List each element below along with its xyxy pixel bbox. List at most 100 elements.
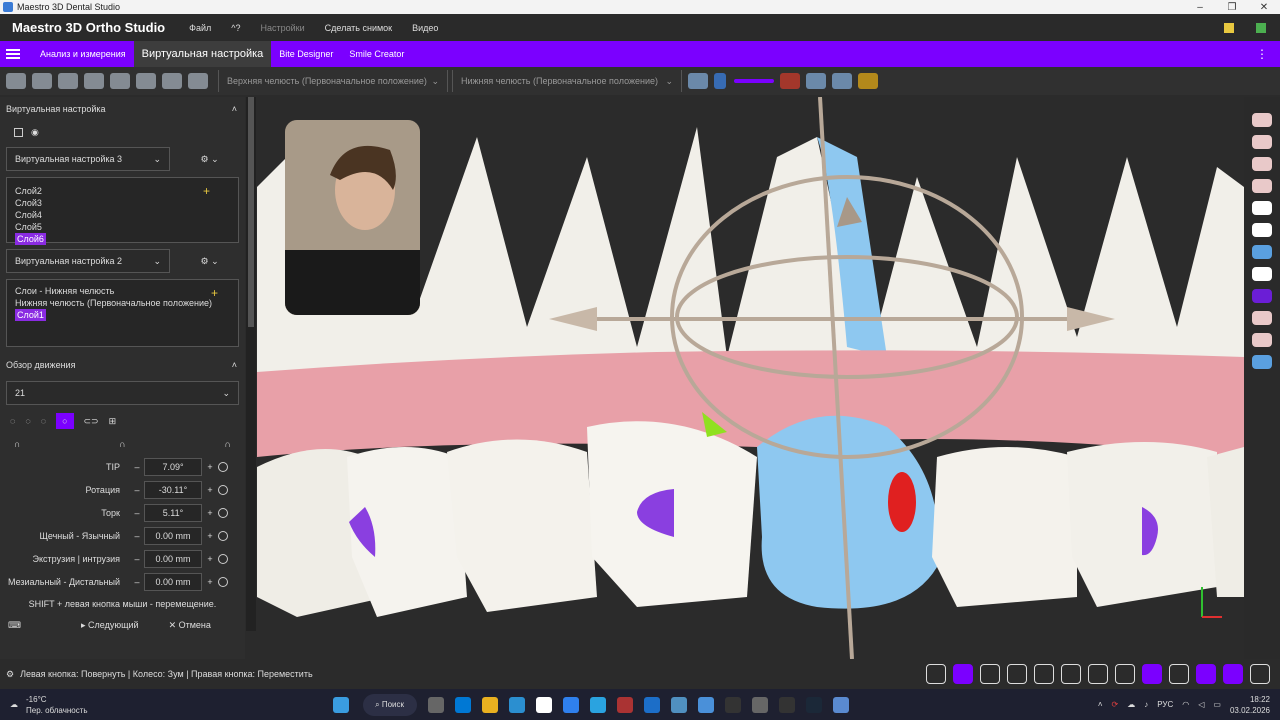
setup-section-header[interactable]: Виртуальная настройка ˄ (0, 97, 245, 121)
setup2-select[interactable]: Виртуальная настройка 2 ⌄ (6, 249, 170, 273)
decrement-button[interactable]: – (130, 554, 144, 564)
add-lower-layer-icon[interactable]: + (211, 286, 218, 300)
minimize-button[interactable]: – (1184, 2, 1216, 13)
notes-icon[interactable] (1224, 22, 1234, 33)
reset-icon[interactable] (218, 530, 228, 541)
lower-jaw-icon[interactable] (1252, 157, 1272, 171)
eye-icon[interactable]: ◉ (31, 127, 39, 138)
app2-icon[interactable] (616, 696, 633, 713)
app3-icon[interactable] (643, 696, 660, 713)
bottom-view-icon[interactable] (1252, 333, 1272, 347)
target-icon[interactable] (1061, 664, 1081, 684)
tooth-view-icon[interactable] (1252, 267, 1272, 281)
arch-right-icon[interactable]: ∩ (225, 439, 231, 449)
tooth-mode-3-icon[interactable]: ◌ (41, 416, 46, 426)
lasso-icon[interactable] (953, 664, 973, 684)
add-setup-icon[interactable] (14, 127, 23, 137)
app8-icon[interactable] (778, 696, 795, 713)
animation-icon[interactable] (688, 73, 708, 89)
decrement-button[interactable]: – (130, 531, 144, 541)
arch-icon[interactable] (6, 73, 26, 89)
cancel-button[interactable]: ✕ Отмена (169, 620, 211, 631)
app6-icon[interactable] (724, 696, 741, 713)
lower-jaw-select[interactable]: Нижняя челюсть (Первоначальное положение… (452, 70, 682, 92)
add-layer-icon[interactable]: + (203, 184, 210, 198)
cube-view-icon[interactable] (1252, 245, 1272, 259)
grid-mode-icon[interactable]: ⊞ (109, 416, 117, 427)
weather-icon[interactable]: ☁ (10, 700, 18, 709)
app-icon[interactable] (562, 696, 579, 713)
rotate-mode-icon[interactable]: ○ (56, 413, 74, 429)
value-field[interactable]: 7.09° (144, 457, 202, 476)
both-jaws-icon[interactable] (1252, 135, 1272, 149)
list-item[interactable]: Слой4 (15, 209, 230, 221)
grid-icon[interactable] (162, 73, 182, 89)
menu-settings[interactable]: Настройки (261, 23, 305, 33)
film-icon[interactable] (806, 73, 826, 89)
list-item[interactable]: Слой2 (15, 185, 230, 197)
jaw-back-icon[interactable] (1252, 201, 1272, 215)
value-field[interactable]: 0.00 mm (144, 526, 202, 545)
setup3-settings-icon[interactable]: ⚙ ⌄ (201, 154, 219, 164)
tooth-icon[interactable] (1169, 664, 1189, 684)
sync-icon[interactable]: ⟳ (1112, 700, 1119, 709)
tab-analysis[interactable]: Анализ и измерения (32, 41, 134, 67)
more-icon[interactable]: ⋮ (1256, 47, 1268, 61)
app5-icon[interactable] (697, 696, 714, 713)
search-box[interactable]: ⌕ Поиск (362, 693, 417, 716)
volume-icon[interactable]: ◁ (1198, 700, 1204, 709)
lang-indicator[interactable]: РУС (1157, 700, 1173, 709)
decrement-button[interactable]: – (130, 462, 144, 472)
mic-icon[interactable]: ♪ (1144, 700, 1148, 709)
jaw-front-icon[interactable] (1252, 179, 1272, 193)
motion-section-header[interactable]: Обзор движения ˄ (0, 353, 245, 377)
app4-icon[interactable] (670, 696, 687, 713)
tab-smile-creator[interactable]: Smile Creator (341, 41, 412, 67)
upper-jaw-icon[interactable] (1252, 113, 1272, 127)
yandex-icon[interactable] (535, 696, 552, 713)
clock[interactable]: 18:22 03.02.2026 (1230, 694, 1270, 716)
jaw-left-icon[interactable] (1252, 223, 1272, 237)
setup2-settings-icon[interactable]: ⚙ ⌄ (201, 256, 219, 266)
reset-icon[interactable] (218, 576, 228, 587)
increment-button[interactable]: + (202, 485, 218, 495)
tree-title[interactable]: Слои - Нижняя челюсть (15, 285, 230, 297)
zoom-out-icon[interactable] (1034, 664, 1054, 684)
gear-icon[interactable]: ⚙ (6, 669, 14, 680)
value-field[interactable]: -30.11° (144, 480, 202, 499)
curve-icon[interactable] (110, 73, 130, 89)
tooth-icon[interactable] (58, 73, 78, 89)
start-icon[interactable] (332, 696, 349, 713)
layout-icon[interactable] (832, 73, 852, 89)
tree-layer-selected[interactable]: Слой1 (15, 309, 46, 321)
maximize-button[interactable]: ❐ (1216, 2, 1248, 13)
palette-icon[interactable] (858, 73, 878, 89)
zoom-in-icon[interactable] (1007, 664, 1027, 684)
value-field[interactable]: 0.00 mm (144, 572, 202, 591)
cube-icon[interactable] (1088, 664, 1108, 684)
panel-scrollbar[interactable] (246, 97, 256, 631)
pdf-icon[interactable] (780, 73, 800, 89)
eye-icon[interactable] (926, 664, 946, 684)
explorer-icon[interactable] (481, 696, 498, 713)
tree-item[interactable]: Нижняя челюсть (Первоначальное положение… (15, 297, 230, 309)
molar-icon[interactable] (84, 73, 104, 89)
decrement-button[interactable]: – (130, 577, 144, 587)
arch-left-icon[interactable]: ∩ (14, 439, 20, 449)
weather-widget[interactable]: -16°C Пер. облачность (26, 694, 88, 716)
arch-view-icon[interactable] (1252, 289, 1272, 303)
setup3-select[interactable]: Виртуальная настройка 3 ⌄ (6, 147, 170, 171)
move-icon[interactable] (980, 664, 1000, 684)
taskview-icon[interactable] (427, 696, 444, 713)
wireframe-icon[interactable] (1115, 664, 1135, 684)
edge-icon[interactable] (508, 696, 525, 713)
cloud-icon[interactable]: ☁ (1127, 700, 1135, 709)
hamburger-icon[interactable] (6, 49, 20, 59)
increment-button[interactable]: + (202, 577, 218, 587)
triangle-outline-icon[interactable] (1250, 664, 1270, 684)
tab-virtual-setup[interactable]: Виртуальная настройка (133, 41, 272, 67)
wifi-icon[interactable]: ◠ (1182, 700, 1189, 709)
scrollbar-thumb[interactable] (248, 97, 254, 327)
list-item[interactable]: Слой3 (15, 197, 230, 209)
store-icon[interactable] (454, 696, 471, 713)
